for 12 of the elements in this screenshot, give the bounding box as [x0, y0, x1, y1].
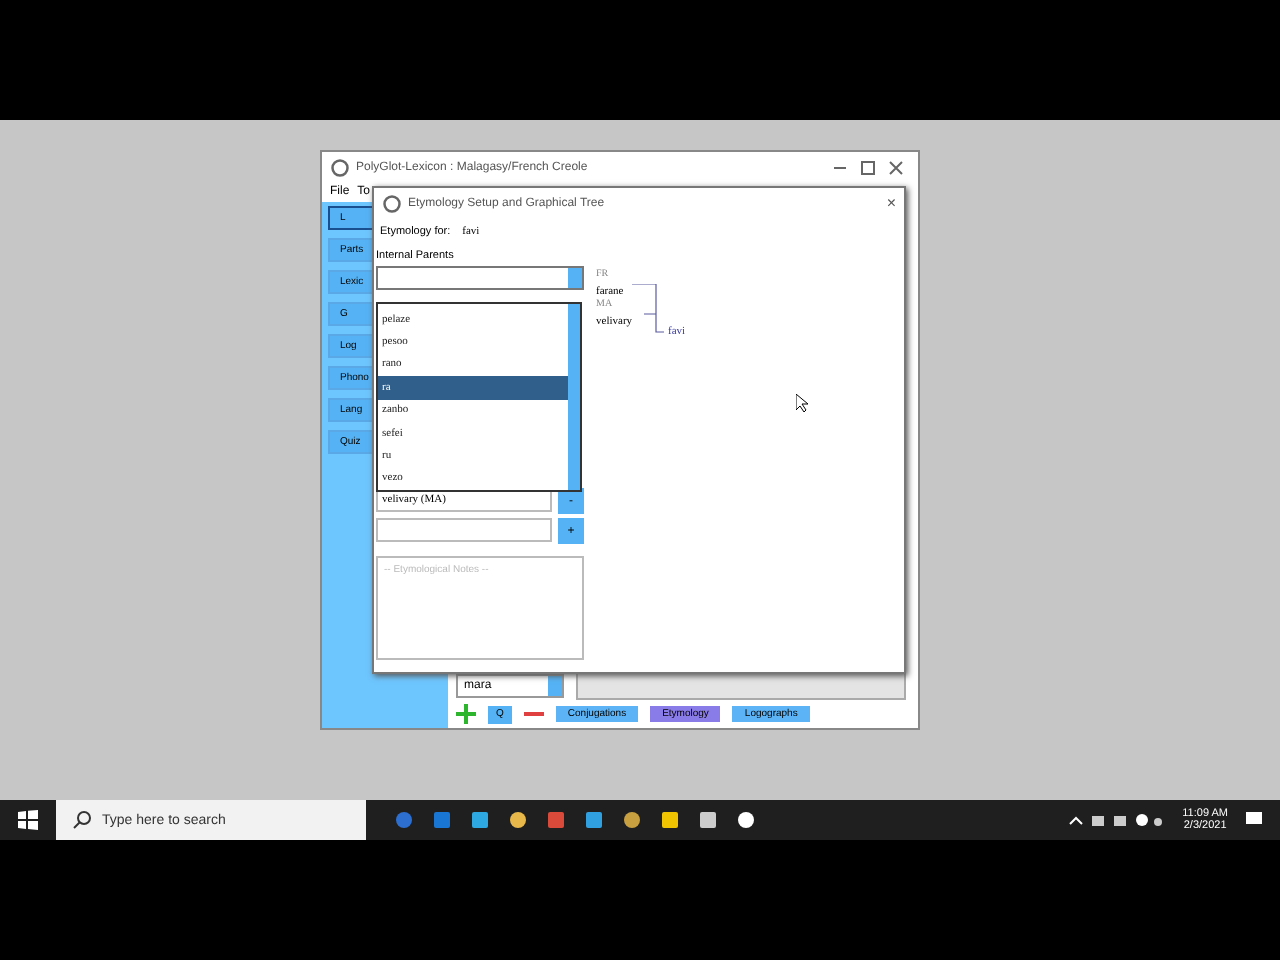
tree-connector	[632, 284, 664, 338]
search-icon	[72, 810, 92, 830]
app-logo-icon	[382, 193, 402, 213]
add-icon[interactable]	[456, 704, 476, 724]
notification-icon[interactable]	[1244, 810, 1264, 830]
close-button[interactable]: ×	[886, 194, 896, 212]
app-logo-icon	[330, 157, 350, 177]
tray-icons-icon[interactable]	[1066, 810, 1167, 830]
cursor-icon	[796, 394, 808, 412]
start-icon[interactable]	[18, 810, 38, 830]
parent-combo[interactable]	[376, 266, 584, 290]
parent-field[interactable]	[376, 518, 552, 542]
